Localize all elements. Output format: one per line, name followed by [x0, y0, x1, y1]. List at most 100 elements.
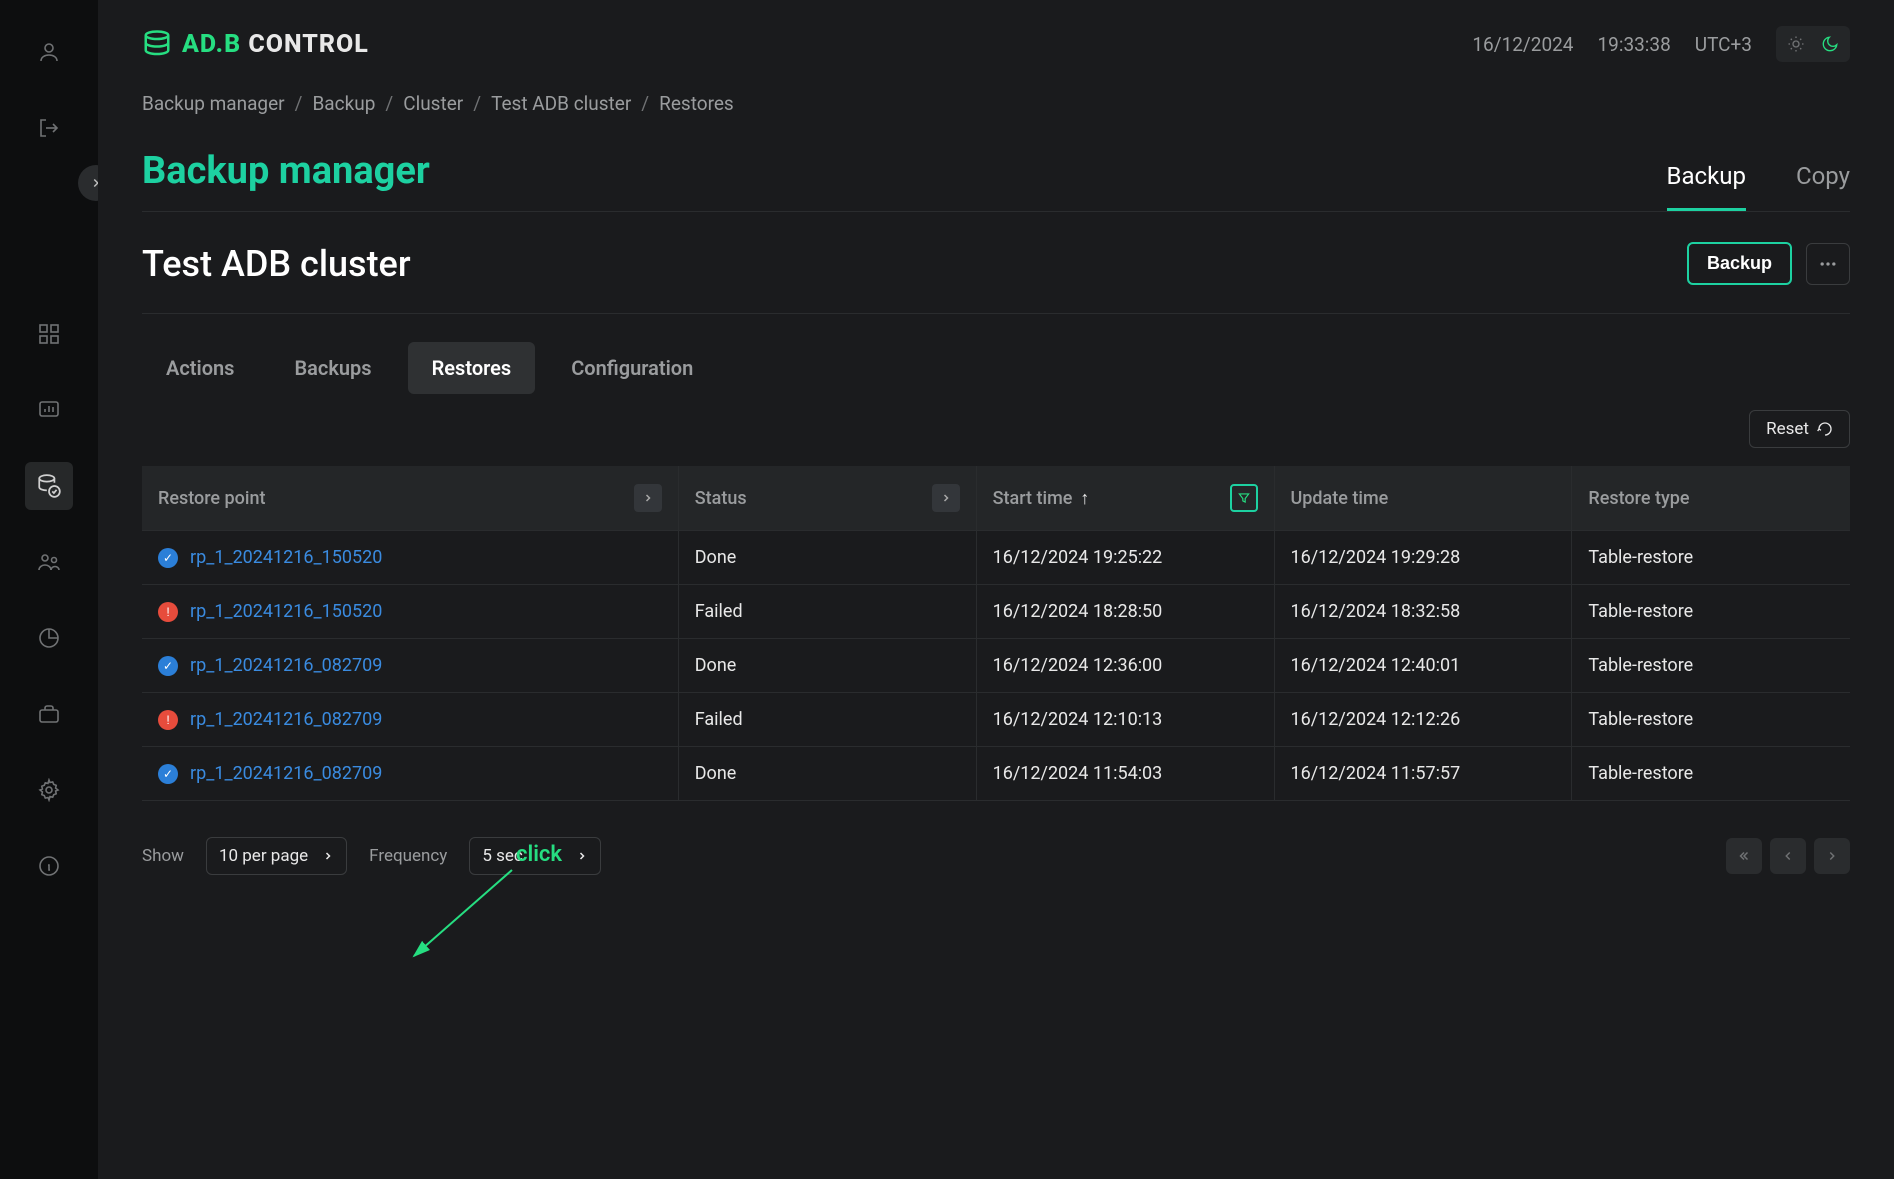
sidebar-jobs-icon[interactable]: [25, 690, 73, 738]
topbar-date: 16/12/2024: [1472, 33, 1573, 56]
logo-text: AD.B CONTROL: [182, 30, 369, 59]
cell-status: Done: [678, 639, 976, 693]
refresh-icon: [1817, 421, 1833, 437]
theme-toggle: [1776, 26, 1850, 62]
table-row: ✓ rp_1_20241216_082709 Done16/12/2024 12:3…: [142, 639, 1850, 693]
status-fail-icon: !: [158, 710, 178, 730]
col-restore-type[interactable]: Restore type: [1588, 488, 1689, 509]
breadcrumb-item[interactable]: Backup: [312, 92, 375, 115]
table-row: !rp_1_20241216_150520Failed16/12/2024 18…: [142, 585, 1850, 639]
pager-prev-button[interactable]: [1770, 838, 1806, 874]
topbar-right: 16/12/2024 19:33:38 UTC+3: [1472, 26, 1850, 62]
restore-point-link[interactable]: rp_1_20241216_150520: [190, 601, 382, 622]
subtab-actions[interactable]: Actions: [142, 342, 258, 394]
cell-start-time: 16/12/2024 11:54:03: [976, 747, 1274, 801]
cell-start-time: 16/12/2024 12:10:13: [976, 693, 1274, 747]
cell-restore-type: Table-restore: [1572, 747, 1850, 801]
table-row: !rp_1_20241216_082709Failed16/12/2024 12…: [142, 693, 1850, 747]
restores-table: Restore point Status Start time↑: [142, 466, 1850, 801]
cell-start-time: 16/12/2024 19:25:22: [976, 531, 1274, 585]
chevron-right-icon: [322, 850, 334, 862]
sort-asc-icon: ↑: [1080, 488, 1089, 509]
cluster-title: Test ADB cluster: [142, 243, 411, 285]
tab-backup[interactable]: Backup: [1667, 162, 1746, 211]
page-head: Backup manager Backup Copy: [142, 149, 1850, 212]
cluster-actions: Backup: [1687, 242, 1850, 285]
reset-button[interactable]: Reset: [1749, 410, 1850, 448]
subtab-configuration[interactable]: Configuration: [547, 342, 717, 394]
sidebar-dashboard-icon[interactable]: [25, 310, 73, 358]
theme-dark-button[interactable]: [1814, 30, 1846, 58]
cell-status: Failed: [678, 585, 976, 639]
cell-restore-type: Table-restore: [1572, 585, 1850, 639]
pager-next-button[interactable]: [1814, 838, 1850, 874]
cell-start-time: 16/12/2024 18:28:50: [976, 585, 1274, 639]
page-title: Backup manager: [142, 149, 430, 211]
theme-light-button[interactable]: [1780, 30, 1812, 58]
topbar-timezone: UTC+3: [1695, 33, 1752, 56]
show-value: 10 per page: [219, 846, 308, 866]
chevron-right-icon: [576, 850, 588, 862]
topbar: AD.B CONTROL 16/12/2024 19:33:38 UTC+3: [142, 0, 1850, 92]
col-expand-icon[interactable]: [932, 484, 960, 512]
breadcrumb-item[interactable]: Test ADB cluster: [491, 92, 631, 115]
sidebar-backup-icon[interactable]: [25, 462, 73, 510]
cell-restore-type: Table-restore: [1572, 639, 1850, 693]
col-update-time[interactable]: Update time: [1291, 488, 1389, 509]
sidebar-users-icon[interactable]: [25, 538, 73, 586]
cell-update-time: 16/12/2024 11:57:57: [1274, 747, 1572, 801]
subtab-backups[interactable]: Backups: [270, 342, 395, 394]
main-panel: AD.B CONTROL 16/12/2024 19:33:38 UTC+3 B…: [98, 0, 1894, 1179]
col-start-time[interactable]: Start time↑: [993, 488, 1090, 509]
topbar-time: 19:33:38: [1597, 33, 1670, 56]
restore-point-link[interactable]: rp_1_20241216_082709: [190, 655, 382, 676]
freq-label: Frequency: [369, 846, 447, 866]
sidebar-info-icon[interactable]: [25, 842, 73, 890]
table-row: ✓rp_1_20241216_082709Done16/12/2024 11:5…: [142, 747, 1850, 801]
cell-restore-type: Table-restore: [1572, 531, 1850, 585]
pager: Show 10 per page Frequency 5 sec: [142, 837, 1850, 875]
show-label: Show: [142, 846, 184, 866]
breadcrumb-item[interactable]: Cluster: [403, 92, 463, 115]
sidebar-monitor-icon[interactable]: [25, 386, 73, 434]
reset-button-label: Reset: [1766, 419, 1809, 439]
sidebar-settings-icon[interactable]: [25, 766, 73, 814]
sub-tabs: Actions Backups Restores Configuration: [142, 342, 1850, 394]
cell-update-time: 16/12/2024 12:40:01: [1274, 639, 1572, 693]
sidebar-logout-icon[interactable]: [25, 104, 73, 152]
filter-icon[interactable]: [1230, 484, 1258, 512]
cell-start-time: 16/12/2024 12:36:00: [976, 639, 1274, 693]
pager-first-button[interactable]: [1726, 838, 1762, 874]
breadcrumb: Backup manager/ Backup/ Cluster/ Test AD…: [142, 92, 1850, 115]
table-row: ✓rp_1_20241216_150520Done16/12/2024 19:2…: [142, 531, 1850, 585]
cell-update-time: 16/12/2024 12:12:26: [1274, 693, 1572, 747]
annotation-label: click: [516, 842, 562, 867]
sidebar-user-icon[interactable]: [25, 28, 73, 76]
status-fail-icon: !: [158, 602, 178, 622]
toolbar: click Reset: [142, 410, 1850, 448]
col-expand-icon[interactable]: [634, 484, 662, 512]
subtab-restores[interactable]: Restores: [408, 342, 536, 394]
cell-status: Done: [678, 531, 976, 585]
page-tabs: Backup Copy: [1667, 162, 1850, 211]
more-actions-button[interactable]: [1806, 243, 1850, 285]
pager-right: [1726, 838, 1850, 874]
restore-point-link[interactable]: rp_1_20241216_082709: [190, 709, 382, 730]
cell-update-time: 16/12/2024 19:29:28: [1274, 531, 1572, 585]
col-status[interactable]: Status: [695, 488, 747, 509]
cell-update-time: 16/12/2024 18:32:58: [1274, 585, 1572, 639]
restore-point-link[interactable]: rp_1_20241216_082709: [190, 763, 382, 784]
restore-point-link[interactable]: rp_1_20241216_150520: [190, 547, 382, 568]
backup-button[interactable]: Backup: [1687, 242, 1792, 285]
breadcrumb-item[interactable]: Backup manager: [142, 92, 285, 115]
tab-copy[interactable]: Copy: [1796, 162, 1850, 211]
show-select[interactable]: 10 per page: [206, 837, 347, 875]
sidebar-chart-icon[interactable]: [25, 614, 73, 662]
cell-status: Failed: [678, 693, 976, 747]
col-restore-point[interactable]: Restore point: [158, 488, 265, 509]
cell-restore-type: Table-restore: [1572, 693, 1850, 747]
status-ok-icon: ✓: [158, 656, 178, 676]
logo: AD.B CONTROL: [142, 29, 369, 59]
cluster-header: Test ADB cluster Backup: [142, 242, 1850, 314]
breadcrumb-item[interactable]: Restores: [659, 92, 734, 115]
